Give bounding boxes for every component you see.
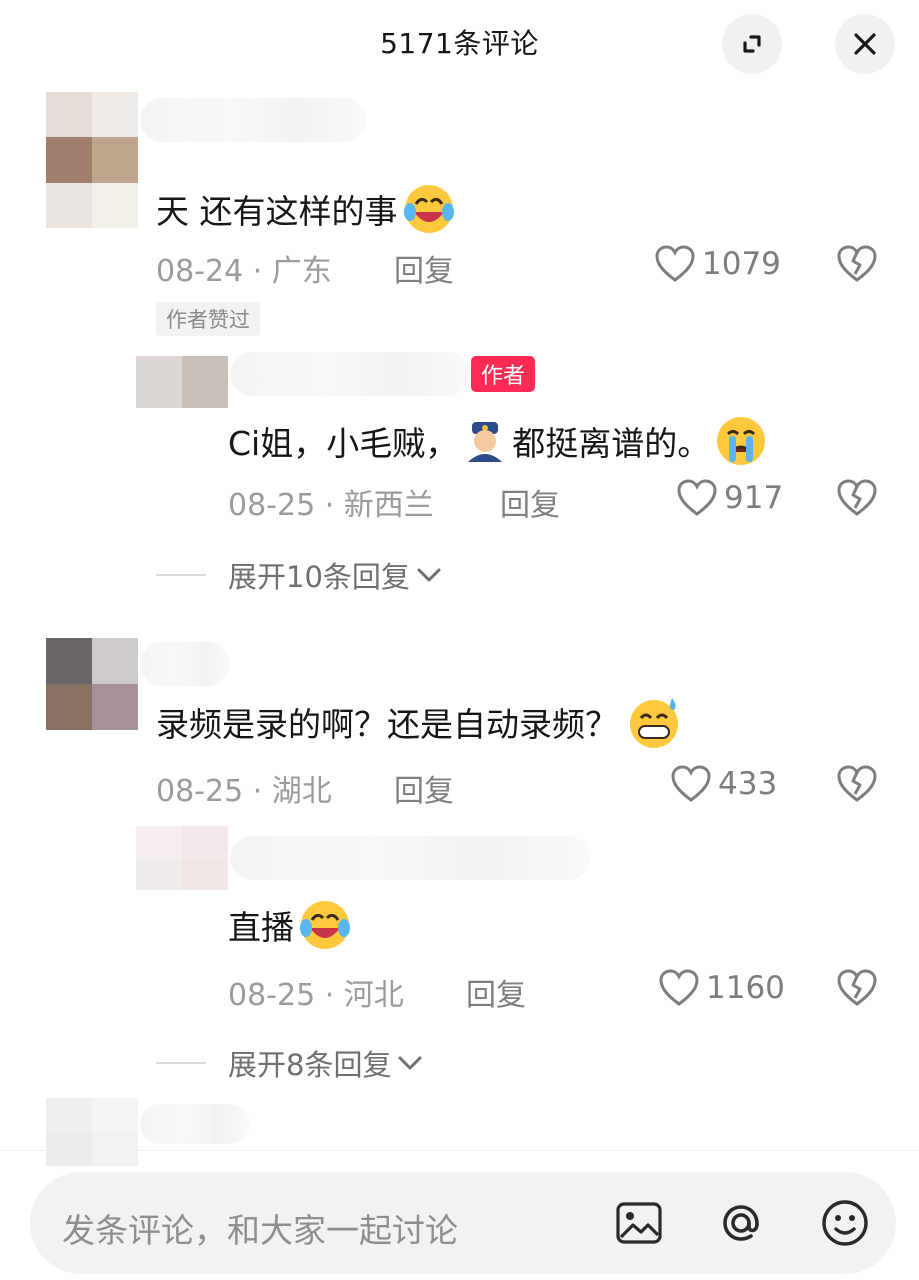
broken-heart-icon bbox=[837, 765, 877, 802]
like-button[interactable]: 1079 bbox=[654, 244, 781, 284]
like-button[interactable]: 1160 bbox=[658, 968, 785, 1008]
heart-icon bbox=[671, 765, 711, 802]
dislike-button[interactable] bbox=[836, 244, 878, 288]
chevron-down-icon bbox=[417, 568, 441, 582]
dislike-button[interactable] bbox=[836, 764, 878, 808]
reply-meta: 08-25 · 河北 bbox=[228, 978, 404, 1013]
reply-username-blurred[interactable] bbox=[230, 352, 470, 396]
comment-body: 录频是录的啊？还是自动录频？ bbox=[156, 705, 618, 744]
avatar[interactable] bbox=[46, 1098, 138, 1166]
comment-text: 天 还有这样的事 bbox=[156, 182, 456, 236]
reply-button[interactable]: 回复 bbox=[466, 970, 526, 1014]
at-icon bbox=[723, 1205, 759, 1241]
like-count: 1079 bbox=[702, 246, 781, 282]
reply-body-part-1: Ci姐，小毛贼， bbox=[228, 424, 459, 463]
expand-replies-label: 展开10条回复 bbox=[228, 560, 410, 594]
comments-panel: 5171条评论 天 还有这样的事 08-24 · 广东 回复 1079 作者赞过… bbox=[0, 0, 919, 1280]
image-icon bbox=[616, 1202, 662, 1244]
chevron-down-icon bbox=[398, 1056, 422, 1070]
like-button[interactable]: 433 bbox=[670, 764, 777, 804]
expand-icon bbox=[743, 35, 761, 53]
heart-icon bbox=[659, 969, 699, 1006]
smiley-icon bbox=[822, 1200, 868, 1246]
crying-emoji-icon bbox=[717, 417, 766, 465]
reply-button[interactable]: 回复 bbox=[394, 766, 454, 810]
like-count: 917 bbox=[724, 480, 784, 516]
comment-text: 录频是录的啊？还是自动录频？ bbox=[156, 694, 682, 750]
username-blurred[interactable] bbox=[140, 642, 230, 686]
mention-button[interactable] bbox=[716, 1198, 766, 1248]
grinning-sweat-emoji-icon bbox=[630, 698, 678, 748]
expand-replies-button[interactable]: 展开8条回复 bbox=[156, 1042, 423, 1084]
dislike-button[interactable] bbox=[836, 968, 878, 1012]
reply-avatar[interactable] bbox=[136, 826, 228, 890]
avatar[interactable] bbox=[46, 638, 138, 730]
heart-icon bbox=[655, 245, 695, 282]
reply-text: Ci姐，小毛贼， 都挺离谱的。 bbox=[228, 414, 768, 468]
comment-meta: 08-25 · 湖北 bbox=[156, 774, 332, 809]
close-button[interactable] bbox=[835, 14, 895, 74]
expand-divider-line bbox=[156, 1062, 206, 1064]
image-button[interactable] bbox=[614, 1198, 664, 1248]
input-bar-divider bbox=[0, 1150, 919, 1151]
reply-button[interactable]: 回复 bbox=[500, 480, 560, 524]
comment-meta: 08-24 · 广东 bbox=[156, 254, 332, 289]
close-icon bbox=[854, 33, 876, 55]
broken-heart-icon bbox=[837, 969, 877, 1006]
reply-body-part-2: 都挺离谱的。 bbox=[512, 424, 711, 463]
expand-button[interactable] bbox=[722, 14, 782, 74]
reply-text: 直播 bbox=[228, 898, 352, 952]
expand-replies-button[interactable]: 展开10条回复 bbox=[156, 554, 442, 596]
heart-icon bbox=[677, 479, 717, 516]
dislike-button[interactable] bbox=[836, 478, 878, 522]
author-badge: 作者 bbox=[471, 356, 536, 392]
reply-body: 直播 bbox=[228, 908, 294, 947]
reply-avatar[interactable] bbox=[136, 356, 228, 408]
reply-meta: 08-25 · 新西兰 bbox=[228, 488, 434, 523]
comment-input-bar[interactable]: 发条评论，和大家一起讨论 bbox=[30, 1172, 896, 1274]
expand-divider-line bbox=[156, 574, 206, 576]
like-count: 1160 bbox=[706, 970, 785, 1006]
username-blurred[interactable] bbox=[140, 98, 366, 142]
police-officer-emoji-icon bbox=[468, 422, 503, 462]
author-liked-tag: 作者赞过 bbox=[156, 302, 260, 336]
broken-heart-icon bbox=[837, 245, 877, 282]
emoji-button[interactable] bbox=[820, 1198, 870, 1248]
comment-input-placeholder[interactable]: 发条评论，和大家一起讨论 bbox=[62, 1204, 458, 1252]
comment-body: 天 还有这样的事 bbox=[156, 192, 398, 231]
laughing-crying-emoji-icon bbox=[403, 185, 454, 233]
like-count: 433 bbox=[718, 766, 778, 802]
avatar[interactable] bbox=[46, 92, 138, 228]
laughing-crying-emoji-icon bbox=[300, 901, 350, 949]
reply-username-blurred[interactable] bbox=[230, 836, 590, 880]
broken-heart-icon bbox=[837, 479, 877, 516]
reply-button[interactable]: 回复 bbox=[394, 246, 454, 290]
expand-replies-label: 展开8条回复 bbox=[228, 1048, 392, 1082]
like-button[interactable]: 917 bbox=[676, 478, 783, 518]
username-blurred[interactable] bbox=[140, 1104, 250, 1144]
